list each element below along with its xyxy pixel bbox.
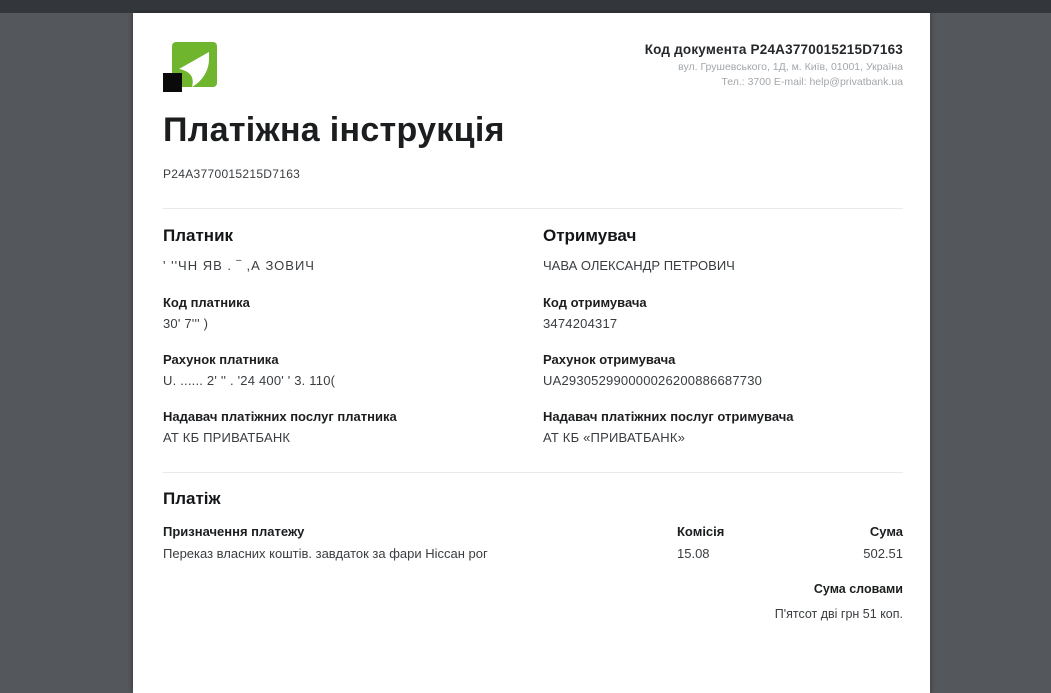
amount-value: 502.51 xyxy=(797,546,903,561)
payer-account-value: U. ...... 2' '' . '24 400' ' 3. 110( xyxy=(163,373,543,388)
payer-provider-field: Надавач платіжних послуг платника АТ КБ … xyxy=(163,409,543,445)
recipient-provider-label: Надавач платіжних послуг отримувача xyxy=(543,409,903,424)
recipient-account-label: Рахунок отримувача xyxy=(543,352,903,367)
payer-code-field: Код платника 30' 7''' ) xyxy=(163,295,543,331)
document-content: Код документа P24A3770015215D7163 вул. Г… xyxy=(133,13,930,621)
payer-provider-label: Надавач платіжних послуг платника xyxy=(163,409,543,424)
payer-account-label: Рахунок платника xyxy=(163,352,543,367)
payer-account-field: Рахунок платника U. ...... 2' '' . '24 4… xyxy=(163,352,543,388)
amount-in-words-value: П'ятсот дві грн 51 коп. xyxy=(163,607,903,621)
payer-name-redacted: ' ''ЧН ЯВ . ‾ ,А ЗОВИЧ xyxy=(163,258,543,274)
amount-column-header: Сума xyxy=(797,524,903,539)
recipient-code-value: 3474204317 xyxy=(543,316,903,331)
payer-code-label: Код платника xyxy=(163,295,543,310)
payment-table: Призначення платежу Комісія Сума Переказ… xyxy=(163,524,903,561)
document-header: Код документа P24A3770015215D7163 вул. Г… xyxy=(163,42,903,94)
recipient-code-label: Код отримувача xyxy=(543,295,903,310)
parties-section: Платник ' ''ЧН ЯВ . ‾ ,А ЗОВИЧ Код платн… xyxy=(163,209,903,445)
recipient-name: ЧАВА ОЛЕКСАНДР ПЕТРОВИЧ xyxy=(543,258,903,274)
recipient-column: Отримувач ЧАВА ОЛЕКСАНДР ПЕТРОВИЧ Код от… xyxy=(543,226,903,445)
browser-top-bar xyxy=(0,0,1051,13)
payer-code-value: 30' 7''' ) xyxy=(163,316,543,331)
commission-column-header: Комісія xyxy=(677,524,797,539)
recipient-code-field: Код отримувача 3474204317 xyxy=(543,295,903,331)
recipient-account-value: UA293052990000026200886687730 xyxy=(543,373,903,388)
privatbank-logo-icon xyxy=(163,42,217,94)
amount-in-words-label: Сума словами xyxy=(163,582,903,596)
document-code-line: Код документа P24A3770015215D7163 xyxy=(645,42,903,57)
payer-column: Платник ' ''ЧН ЯВ . ‾ ,А ЗОВИЧ Код платн… xyxy=(163,226,543,445)
document-page: Код документа P24A3770015215D7163 вул. Г… xyxy=(133,13,930,693)
recipient-account-field: Рахунок отримувача UA2930529900000262008… xyxy=(543,352,903,388)
recipient-heading: Отримувач xyxy=(543,226,903,246)
header-contact-block: Код документа P24A3770015215D7163 вул. Г… xyxy=(645,42,903,89)
recipient-provider-field: Надавач платіжних послуг отримувача АТ К… xyxy=(543,409,903,445)
purpose-value: Переказ власних коштів. завдаток за фари… xyxy=(163,546,677,561)
recipient-provider-value: АТ КБ «ПРИВАТБАНК» xyxy=(543,430,903,445)
payment-section: Платіж Призначення платежу Комісія Сума … xyxy=(163,473,903,621)
bank-contacts-line: Тел.: 3700 E-mail: help@privatbank.ua xyxy=(645,75,903,90)
payer-heading: Платник xyxy=(163,226,543,246)
document-number: P24A3770015215D7163 xyxy=(163,167,903,181)
bank-address-line: вул. Грушевського, 1Д, м. Київ, 01001, У… xyxy=(645,60,903,75)
amount-in-words-block: Сума словами П'ятсот дві грн 51 коп. xyxy=(163,582,903,621)
payment-heading: Платіж xyxy=(163,489,903,509)
commission-value: 15.08 xyxy=(677,546,797,561)
page-title: Платіжна інструкція xyxy=(163,111,903,150)
purpose-column-header: Призначення платежу xyxy=(163,524,677,539)
payer-provider-value: АТ КБ ПРИВАТБАНК xyxy=(163,430,543,445)
